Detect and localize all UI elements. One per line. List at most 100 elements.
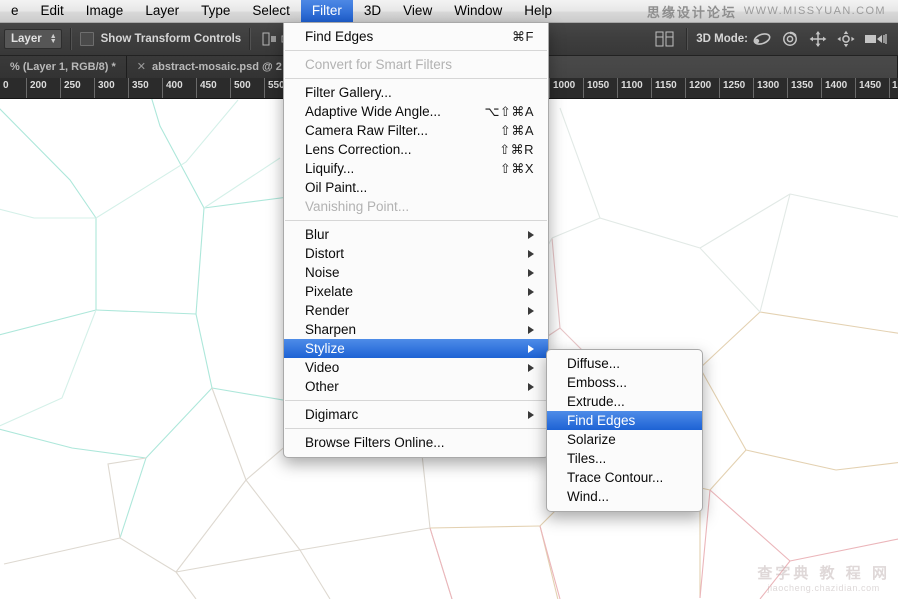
tab-abstract-mosaic-document[interactable]: ✕ abstract-mosaic.psd @ 2	[126, 55, 293, 78]
submenu-item-emboss[interactable]: Emboss...	[547, 373, 702, 392]
menu-item-label: Adaptive Wide Angle...	[305, 104, 441, 119]
ruler-tick-label: 300	[98, 80, 115, 91]
ruler-tick-label: 1200	[689, 80, 712, 91]
tab-title: % (Layer 1, RGB/8) *	[10, 60, 116, 73]
menu-item-adaptive-wide-angle[interactable]: Adaptive Wide Angle... ⌥⇧⌘A	[284, 102, 548, 121]
submenu-item-label: Wind...	[567, 489, 610, 504]
transform-mode-select[interactable]: Layer ▲ ▼	[4, 28, 62, 49]
ruler-tick-label: 15	[892, 80, 898, 91]
menu-item-layer[interactable]: Layer	[134, 0, 190, 22]
menu-item-image[interactable]: Image	[75, 0, 135, 22]
menu-item-digimarc[interactable]: Digimarc	[284, 405, 548, 424]
menu-separator	[285, 428, 547, 429]
submenu-item-label: Diffuse...	[567, 356, 621, 371]
chevron-right-icon	[528, 410, 534, 419]
chevron-right-icon	[528, 230, 534, 239]
menu-item-window[interactable]: Window	[443, 0, 513, 22]
menu-item-3d[interactable]: 3D	[353, 0, 392, 22]
threed-mode-label: 3D Mode:	[696, 32, 748, 45]
tab-layer1-document[interactable]: % (Layer 1, RGB/8) *	[0, 55, 127, 78]
submenu-item-label: Find Edges	[567, 413, 636, 428]
submenu-item-diffuse[interactable]: Diffuse...	[547, 354, 702, 373]
submenu-item-extrude[interactable]: Extrude...	[547, 392, 702, 411]
ruler-tick-label: 1150	[655, 80, 677, 91]
menu-item-liquify[interactable]: Liquify... ⇧⌘X	[284, 159, 548, 178]
menu-item-find-edges[interactable]: Find Edges ⌘F	[284, 27, 548, 46]
menu-bar: e Edit Image Layer Type Select Filter 3D…	[0, 0, 898, 23]
menu-item-label: Noise	[305, 265, 340, 280]
ruler-tick-label: 1000	[553, 80, 576, 91]
menu-item-other[interactable]: Other	[284, 377, 548, 396]
menu-item-help[interactable]: Help	[513, 0, 563, 22]
ruler-tick-label: 1050	[587, 80, 610, 91]
ruler-tick-label: 450	[200, 80, 217, 91]
submenu-item-wind[interactable]: Wind...	[547, 487, 702, 506]
chevron-right-icon	[528, 363, 534, 372]
menu-item-type[interactable]: Type	[190, 0, 241, 22]
ruler-tick-label: 200	[30, 80, 47, 91]
close-icon[interactable]: ✕	[137, 60, 146, 73]
zoom-camera-3d-icon[interactable]	[860, 30, 892, 48]
menu-item-blur[interactable]: Blur	[284, 225, 548, 244]
chevron-right-icon	[528, 325, 534, 334]
menu-item-stylize[interactable]: Stylize	[284, 339, 548, 358]
orbit-3d-icon[interactable]	[748, 30, 776, 48]
menu-item-label: Vanishing Point...	[305, 199, 410, 214]
ruler-tick-label: 400	[166, 80, 183, 91]
menu-item-label: Pixelate	[305, 284, 354, 299]
menu-item-label: Digimarc	[305, 407, 359, 422]
menu-item-label: Camera Raw Filter...	[305, 123, 429, 138]
ruler-tick-label: 350	[132, 80, 149, 91]
menu-separator	[285, 220, 547, 221]
menu-item-shortcut: ⇧⌘R	[499, 141, 534, 157]
menu-item-filter[interactable]: Filter	[300, 0, 353, 22]
menu-item-label: Sharpen	[305, 322, 357, 337]
menu-item-edit[interactable]: Edit	[30, 0, 75, 22]
chevron-right-icon	[528, 268, 534, 277]
menu-separator	[285, 50, 547, 51]
menu-item-oil-paint[interactable]: Oil Paint...	[284, 178, 548, 197]
menu-item-noise[interactable]: Noise	[284, 263, 548, 282]
menu-item-browse-filters-online[interactable]: Browse Filters Online...	[284, 433, 548, 452]
filter-dropdown-menu: Find Edges ⌘F Convert for Smart Filters …	[283, 22, 549, 458]
menu-item-distort[interactable]: Distort	[284, 244, 548, 263]
menu-item-sharpen[interactable]: Sharpen	[284, 320, 548, 339]
pan-3d-icon[interactable]	[804, 30, 832, 48]
menu-item-label: Browse Filters Online...	[305, 435, 445, 450]
menu-item-filter-gallery[interactable]: Filter Gallery...	[284, 83, 548, 102]
ruler-tick-label: 500	[234, 80, 251, 91]
submenu-item-find-edges[interactable]: Find Edges	[547, 411, 702, 430]
menu-item-e[interactable]: e	[0, 0, 30, 22]
site-watermark-top: 思缘设计论坛 WWW.MISSYUAN.COM	[647, 2, 898, 21]
menu-item-render[interactable]: Render	[284, 301, 548, 320]
menu-item-select[interactable]: Select	[241, 0, 301, 22]
ruler-tick-label: 1350	[791, 80, 814, 91]
menu-item-lens-correction[interactable]: Lens Correction... ⇧⌘R	[284, 140, 548, 159]
chevron-updown-icon: ▲ ▼	[49, 32, 57, 45]
submenu-item-trace-contour[interactable]: Trace Contour...	[547, 468, 702, 487]
submenu-item-label: Solarize	[567, 432, 616, 447]
roll-3d-icon[interactable]	[776, 30, 804, 48]
submenu-item-label: Emboss...	[567, 375, 628, 390]
watermark-url-text: WWW.MISSYUAN.COM	[743, 5, 886, 17]
watermark-cn-text: 思缘设计论坛	[646, 5, 737, 21]
submenu-item-solarize[interactable]: Solarize	[547, 430, 702, 449]
submenu-item-tiles[interactable]: Tiles...	[547, 449, 702, 468]
show-transform-label: Show Transform Controls	[100, 32, 242, 45]
menu-item-label: Lens Correction...	[305, 142, 412, 157]
menu-item-label: Filter Gallery...	[305, 85, 392, 100]
menu-item-label: Blur	[305, 227, 330, 242]
ruler-tick-label: 1100	[621, 80, 643, 91]
menu-item-camera-raw-filter[interactable]: Camera Raw Filter... ⇧⌘A	[284, 121, 548, 140]
menu-item-view[interactable]: View	[392, 0, 443, 22]
arrange-panels-icon[interactable]	[652, 30, 678, 48]
menu-item-video[interactable]: Video	[284, 358, 548, 377]
menu-item-label: Video	[305, 360, 340, 375]
menu-item-pixelate[interactable]: Pixelate	[284, 282, 548, 301]
align-vertical-centers-icon[interactable]	[259, 30, 279, 48]
slide-3d-icon[interactable]	[832, 30, 860, 48]
show-transform-checkbox[interactable]	[79, 31, 94, 46]
menu-item-convert-for-smart-filters: Convert for Smart Filters	[284, 55, 548, 74]
menu-item-label: Render	[305, 303, 350, 318]
options-divider-1	[69, 27, 72, 50]
